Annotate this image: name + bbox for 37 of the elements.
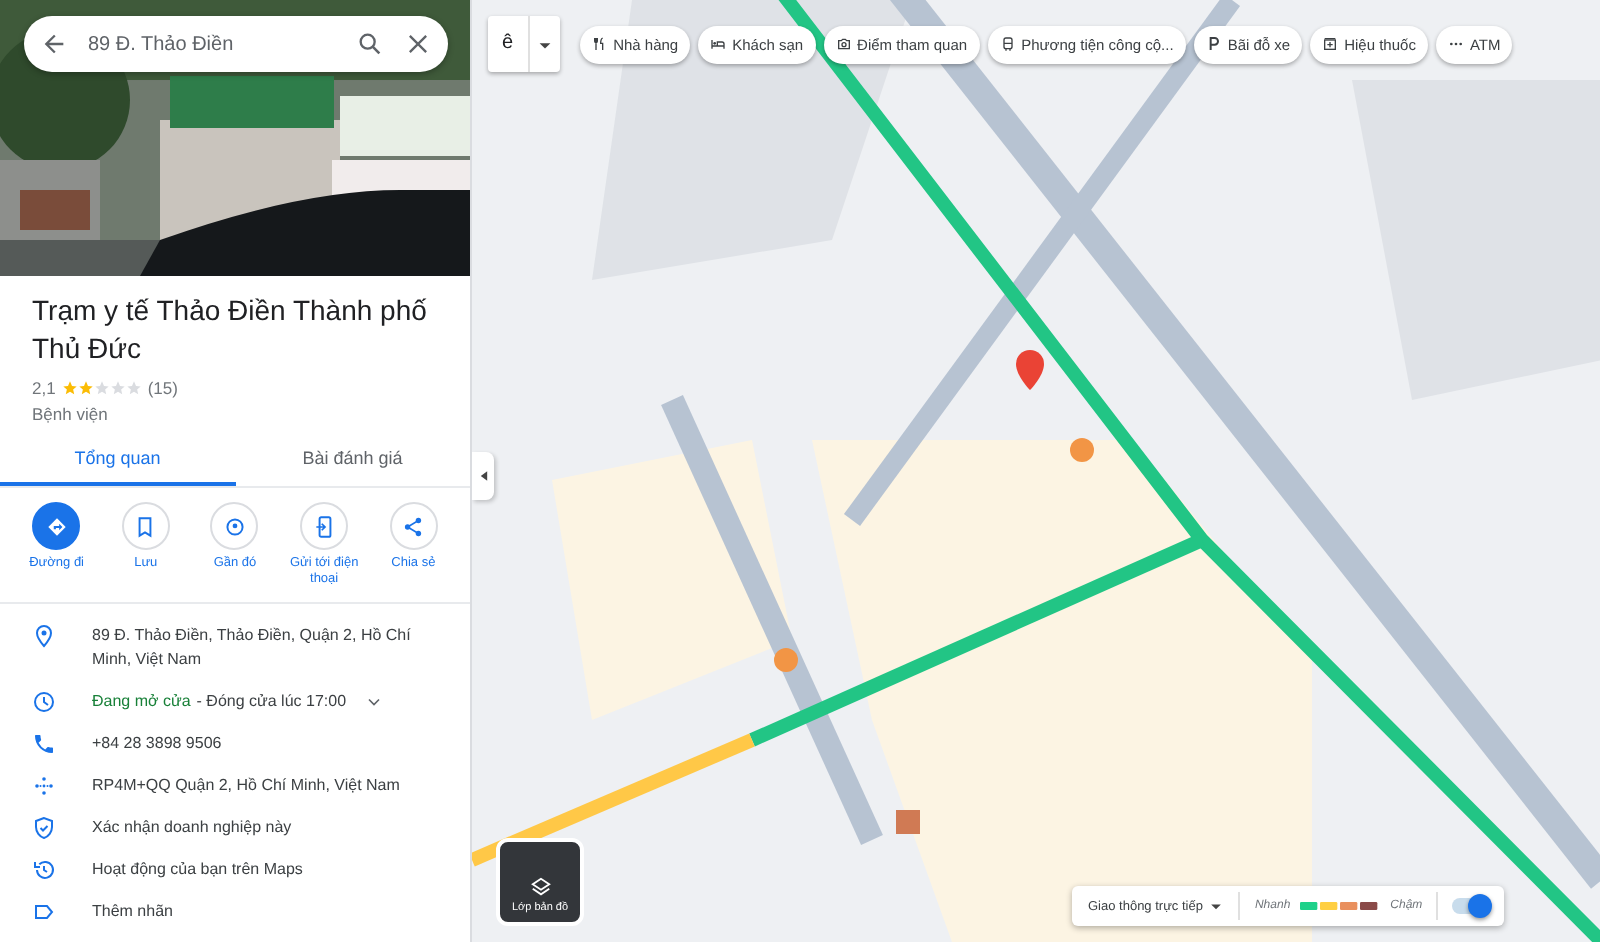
review-count: (15) bbox=[147, 378, 178, 398]
bus-icon bbox=[999, 36, 1016, 52]
collapse-panel-button[interactable] bbox=[472, 452, 494, 500]
plus-code-icon bbox=[32, 774, 56, 798]
location-pin-icon bbox=[32, 624, 56, 648]
info-text[interactable]: Thêm nhãn bbox=[92, 900, 173, 924]
open-status: Đang mở cửa bbox=[92, 690, 191, 714]
input-tools-field[interactable]: ê bbox=[488, 16, 560, 72]
bed-icon bbox=[710, 36, 727, 52]
info-text: +84 28 3898 9506 bbox=[92, 732, 222, 756]
info-text[interactable]: Hoạt động của bạn trên Maps bbox=[92, 858, 303, 882]
place-title: Trạm y tế Thảo Điền Thành phố Thủ Đức bbox=[32, 292, 429, 368]
directions-icon bbox=[43, 513, 70, 539]
camera-icon bbox=[835, 36, 852, 52]
phone-icon bbox=[32, 732, 56, 756]
info-text: RP4M+QQ Quận 2, Hồ Chí Minh, Việt Nam bbox=[92, 774, 400, 798]
dropdown-icon bbox=[1208, 898, 1225, 914]
closing-time: - Đóng cửa lúc 17:00 bbox=[196, 690, 347, 714]
info-text: 89 Đ. Thảo Điền, Thảo Điền, Quận 2, Hồ Chí Minh, Việt Nam bbox=[92, 624, 413, 672]
info-text[interactable]: Xác nhận doanh nghiệp này bbox=[92, 816, 292, 840]
traffic-toggle[interactable] bbox=[1452, 898, 1489, 914]
shield-check-icon bbox=[32, 816, 56, 840]
fork-knife-icon bbox=[591, 36, 608, 52]
layers-icon bbox=[529, 876, 551, 898]
clock-icon bbox=[32, 690, 56, 714]
tab[interactable]: Tổng quan bbox=[0, 436, 235, 486]
parking-icon bbox=[1205, 36, 1222, 52]
rating-value: 2,1 bbox=[32, 378, 56, 398]
nearby-icon bbox=[221, 513, 248, 539]
tab[interactable]: Bài đánh giá bbox=[235, 436, 470, 486]
caret-icon bbox=[475, 468, 491, 484]
share-icon bbox=[400, 513, 427, 539]
place-category[interactable]: Bệnh viện bbox=[32, 404, 438, 424]
label-icon bbox=[32, 900, 56, 924]
speed-scale-icon bbox=[1298, 902, 1383, 910]
history-icon bbox=[32, 858, 56, 882]
pharmacy-icon bbox=[1322, 36, 1339, 52]
